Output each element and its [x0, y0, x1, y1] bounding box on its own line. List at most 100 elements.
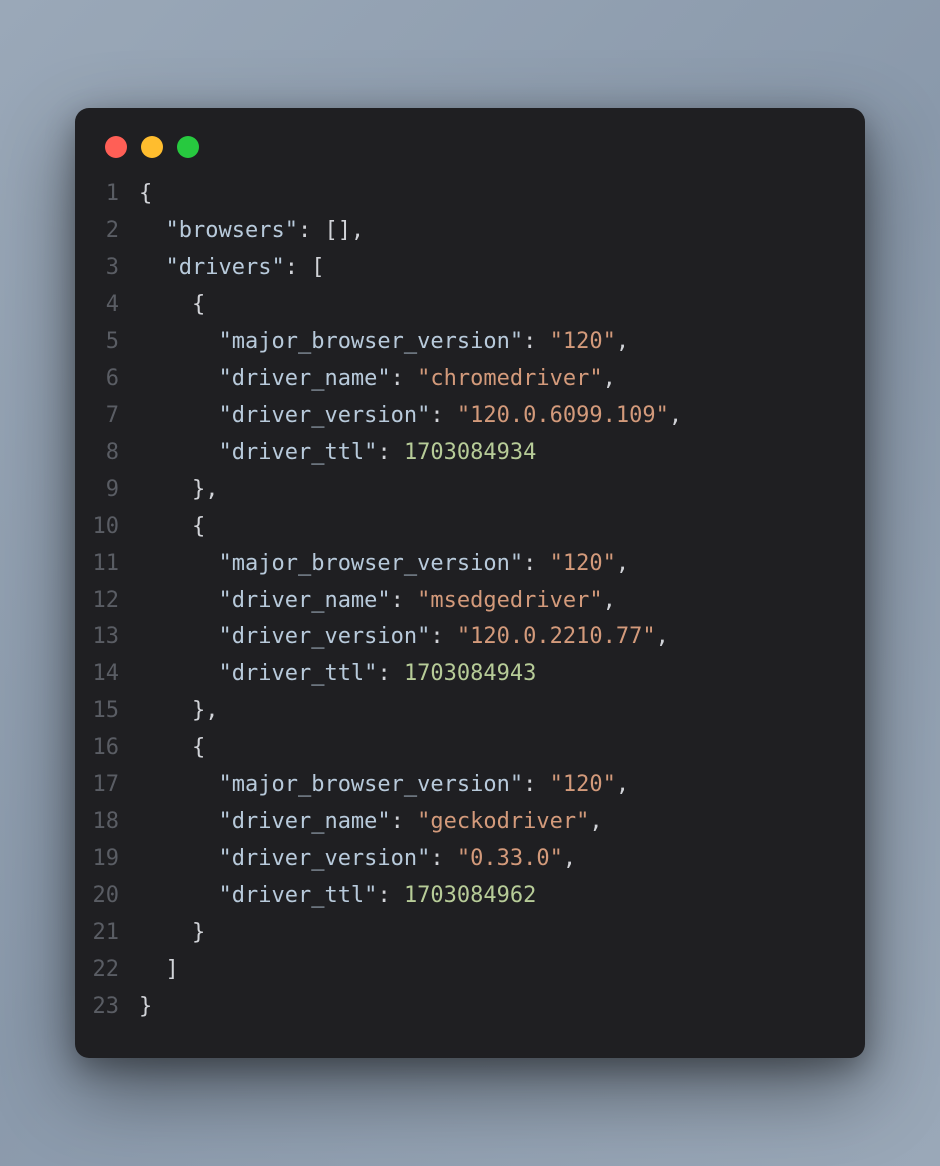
token-string: "120": [550, 329, 616, 354]
code-line[interactable]: 6 "driver_name": "chromedriver",: [75, 361, 835, 398]
line-content[interactable]: "driver_ttl": 1703084934: [139, 435, 536, 472]
token-key: "major_browser_version": [218, 772, 523, 797]
code-line[interactable]: 18 "driver_name": "geckodriver",: [75, 804, 835, 841]
token-punct: :: [430, 846, 457, 871]
code-line[interactable]: 20 "driver_ttl": 1703084962: [75, 878, 835, 915]
token-key: "driver_version": [218, 403, 430, 428]
code-line[interactable]: 17 "major_browser_version": "120",: [75, 767, 835, 804]
line-number: 14: [75, 656, 139, 693]
line-content[interactable]: {: [139, 509, 205, 546]
code-line[interactable]: 1{: [75, 176, 835, 213]
token-key: "major_browser_version": [218, 329, 523, 354]
code-line[interactable]: 10 {: [75, 509, 835, 546]
token-punct: [139, 255, 166, 280]
token-number: 1703084934: [404, 440, 536, 465]
line-content[interactable]: "driver_version": "120.0.2210.77",: [139, 619, 669, 656]
line-content[interactable]: "major_browser_version": "120",: [139, 546, 629, 583]
code-line[interactable]: 8 "driver_ttl": 1703084934: [75, 435, 835, 472]
line-number: 13: [75, 619, 139, 656]
code-block[interactable]: 1{2 "browsers": [],3 "drivers": [4 {5 "m…: [75, 176, 865, 1026]
line-content[interactable]: "major_browser_version": "120",: [139, 324, 629, 361]
code-line[interactable]: 21 }: [75, 915, 835, 952]
token-key: "driver_name": [218, 809, 390, 834]
token-punct: [139, 403, 218, 428]
line-content[interactable]: "major_browser_version": "120",: [139, 767, 629, 804]
token-punct: {: [139, 292, 205, 317]
code-line[interactable]: 11 "major_browser_version": "120",: [75, 546, 835, 583]
token-number: 1703084962: [404, 883, 536, 908]
line-number: 10: [75, 509, 139, 546]
line-content[interactable]: "driver_name": "geckodriver",: [139, 804, 603, 841]
token-key: "driver_ttl": [218, 661, 377, 686]
token-punct: },: [139, 698, 218, 723]
line-number: 17: [75, 767, 139, 804]
token-punct: ,: [616, 772, 629, 797]
line-number: 20: [75, 878, 139, 915]
code-line[interactable]: 4 {: [75, 287, 835, 324]
code-line[interactable]: 16 {: [75, 730, 835, 767]
token-punct: [139, 772, 218, 797]
line-content[interactable]: "browsers": [],: [139, 213, 364, 250]
token-number: 1703084943: [404, 661, 536, 686]
token-punct: ,: [563, 846, 576, 871]
token-punct: : [],: [298, 218, 364, 243]
line-content[interactable]: }: [139, 915, 205, 952]
token-punct: [139, 366, 218, 391]
line-content[interactable]: ]: [139, 952, 179, 989]
line-content[interactable]: "driver_ttl": 1703084943: [139, 656, 536, 693]
line-content[interactable]: "driver_name": "chromedriver",: [139, 361, 616, 398]
token-punct: ,: [656, 624, 669, 649]
line-number: 21: [75, 915, 139, 952]
token-punct: :: [377, 440, 404, 465]
line-content[interactable]: "driver_version": "120.0.6099.109",: [139, 398, 682, 435]
code-line[interactable]: 13 "driver_version": "120.0.2210.77",: [75, 619, 835, 656]
line-content[interactable]: {: [139, 730, 205, 767]
line-number: 23: [75, 989, 139, 1026]
zoom-icon[interactable]: [177, 136, 199, 158]
line-content[interactable]: "driver_ttl": 1703084962: [139, 878, 536, 915]
line-content[interactable]: "driver_version": "0.33.0",: [139, 841, 576, 878]
code-line[interactable]: 12 "driver_name": "msedgedriver",: [75, 583, 835, 620]
line-content[interactable]: "drivers": [: [139, 250, 324, 287]
line-number: 11: [75, 546, 139, 583]
line-number: 2: [75, 213, 139, 250]
line-number: 4: [75, 287, 139, 324]
token-key: "driver_version": [218, 846, 430, 871]
line-content[interactable]: {: [139, 287, 205, 324]
token-string: "120.0.6099.109": [457, 403, 669, 428]
code-line[interactable]: 2 "browsers": [],: [75, 213, 835, 250]
line-content[interactable]: "driver_name": "msedgedriver",: [139, 583, 616, 620]
code-line[interactable]: 9 },: [75, 472, 835, 509]
line-content[interactable]: {: [139, 176, 152, 213]
line-number: 22: [75, 952, 139, 989]
token-punct: {: [139, 181, 152, 206]
code-line[interactable]: 22 ]: [75, 952, 835, 989]
code-line[interactable]: 23}: [75, 989, 835, 1026]
token-string: "0.33.0": [457, 846, 563, 871]
token-string: "120.0.2210.77": [457, 624, 656, 649]
token-punct: ,: [616, 551, 629, 576]
code-line[interactable]: 3 "drivers": [: [75, 250, 835, 287]
token-key: "driver_name": [218, 366, 390, 391]
close-icon[interactable]: [105, 136, 127, 158]
line-content[interactable]: },: [139, 472, 218, 509]
token-punct: [139, 551, 218, 576]
token-punct: ,: [603, 366, 616, 391]
token-string: "chromedriver": [417, 366, 602, 391]
code-line[interactable]: 19 "driver_version": "0.33.0",: [75, 841, 835, 878]
token-punct: :: [523, 329, 550, 354]
code-line[interactable]: 5 "major_browser_version": "120",: [75, 324, 835, 361]
line-number: 18: [75, 804, 139, 841]
token-key: "driver_ttl": [218, 440, 377, 465]
token-punct: [139, 588, 218, 613]
token-punct: : [: [285, 255, 325, 280]
code-line[interactable]: 14 "driver_ttl": 1703084943: [75, 656, 835, 693]
line-content[interactable]: }: [139, 989, 152, 1026]
token-punct: [139, 883, 218, 908]
code-line[interactable]: 7 "driver_version": "120.0.6099.109",: [75, 398, 835, 435]
line-content[interactable]: },: [139, 693, 218, 730]
token-punct: :: [391, 809, 418, 834]
minimize-icon[interactable]: [141, 136, 163, 158]
token-key: "major_browser_version": [218, 551, 523, 576]
code-line[interactable]: 15 },: [75, 693, 835, 730]
